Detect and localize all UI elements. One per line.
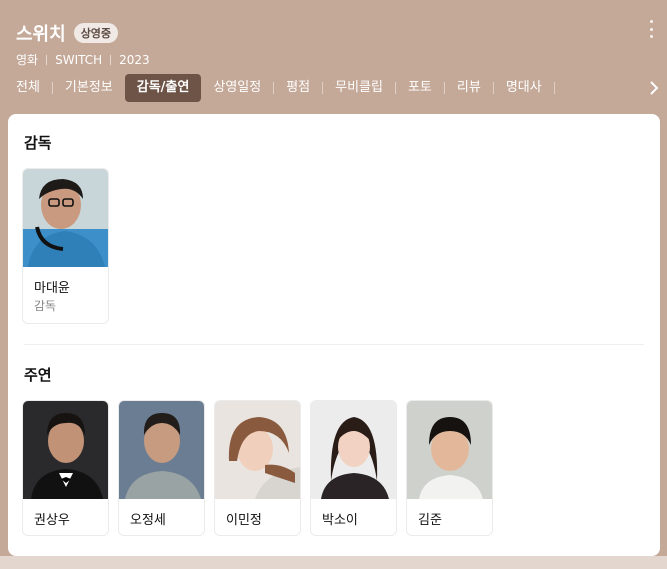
cast-card-3[interactable]: 이민정: [214, 400, 301, 536]
tab-rating[interactable]: 평점: [274, 74, 322, 102]
tab-schedule[interactable]: 상영일정: [201, 74, 273, 102]
tab-review[interactable]: 리뷰: [445, 74, 493, 102]
cast-section-title: 주연: [24, 366, 52, 384]
tab-director-cast[interactable]: 감독/출연: [124, 74, 202, 102]
director-role: 감독: [34, 299, 57, 313]
cast-card-2[interactable]: 오정세: [118, 400, 205, 536]
cast-name: 김준: [418, 513, 442, 528]
cast-card-1[interactable]: 권상우: [22, 400, 109, 536]
tab-quotes[interactable]: 명대사: [494, 74, 554, 102]
more-options-icon[interactable]: [647, 20, 655, 38]
meta-english-title: SWITCH: [55, 52, 103, 67]
movie-header: 스위치 상영중 영화 SWITCH 2023 전체 기본정보 감독/출연 상영일…: [0, 0, 667, 114]
cast-name: 오정세: [130, 513, 166, 528]
tab-all[interactable]: 전체: [0, 74, 52, 102]
director-card[interactable]: 마대윤 감독: [22, 168, 109, 324]
cast-photo: [215, 401, 300, 499]
cast-card-4[interactable]: 박소이: [310, 400, 397, 536]
director-photo: [23, 169, 108, 267]
chevron-right-icon[interactable]: [647, 80, 661, 96]
cast-name: 권상우: [34, 513, 70, 528]
tab-basic-info[interactable]: 기본정보: [53, 74, 125, 102]
cast-name: 이민정: [226, 513, 262, 528]
section-divider: [24, 344, 644, 345]
meta-year: 2023: [119, 52, 150, 67]
movie-meta: 영화 SWITCH 2023: [16, 51, 150, 68]
director-name: 마대윤: [34, 281, 70, 296]
status-badge: 상영중: [73, 23, 119, 43]
meta-category: 영화: [16, 53, 39, 67]
cast-photo: [119, 401, 204, 499]
cast-photo: [407, 401, 492, 499]
cast-name: 박소이: [322, 513, 358, 528]
cast-photo: [23, 401, 108, 499]
title-row: 스위치 상영중: [16, 20, 119, 46]
cast-photo: [311, 401, 396, 499]
tab-bar: 전체 기본정보 감독/출연 상영일정 평점 무비클립 포토 리뷰 명대사: [0, 74, 555, 102]
director-section-title: 감독: [24, 134, 52, 152]
tab-photo[interactable]: 포토: [396, 74, 444, 102]
cast-card-5[interactable]: 김준: [406, 400, 493, 536]
tab-movie-clip[interactable]: 무비클립: [323, 74, 395, 102]
bottom-strip: [0, 556, 667, 569]
cast-card: 감독 마대윤 감독 주연 권상우 오정세 이민정 박소이 김준: [8, 114, 660, 556]
movie-title: 스위치: [16, 24, 66, 45]
